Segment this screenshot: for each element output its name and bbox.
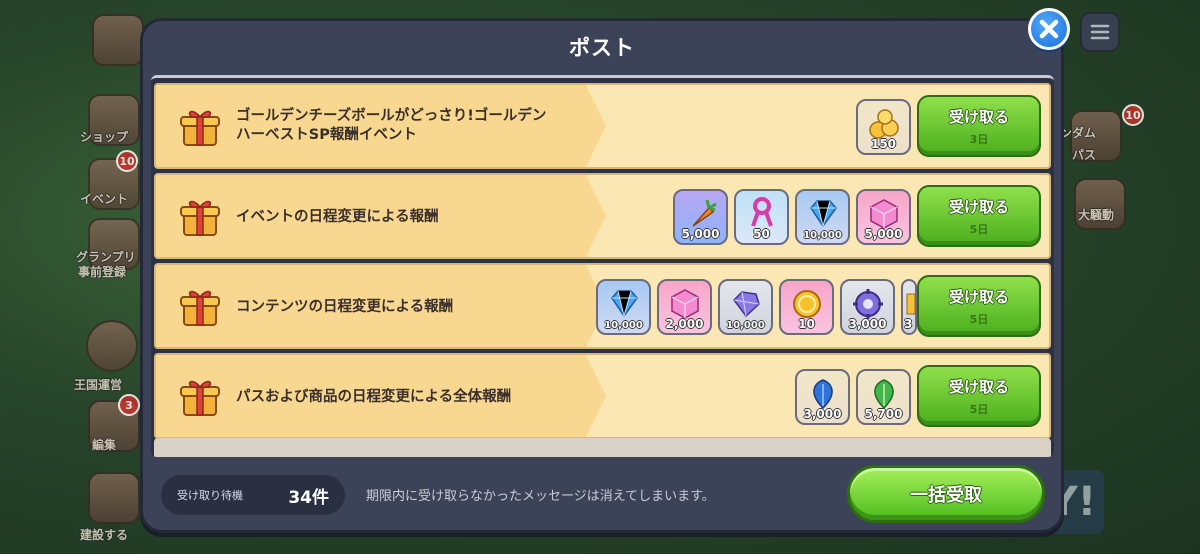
reward-quantity: 10,000 xyxy=(726,320,765,331)
dialog-title: ポスト xyxy=(569,36,635,60)
reward-item: 10,000 xyxy=(795,189,850,245)
message-title-line: ゴールデンチーズボールがどっさり!ゴールデン xyxy=(236,108,547,124)
claim-button[interactable]: 受け取る 3日 xyxy=(917,95,1041,157)
claim-button-label: 受け取る xyxy=(948,287,1009,306)
pending-counter: 受け取り待機 34件 xyxy=(161,475,345,515)
message-title: ゴールデンチーズボールがどっさり!ゴールデン ハーベストSP報酬イベント xyxy=(236,107,546,145)
reward-item: 10 xyxy=(779,279,834,335)
background-chaos-label: 大騒動 xyxy=(1078,208,1115,222)
reward-quantity: 3 xyxy=(904,317,913,331)
menu-button[interactable] xyxy=(1080,12,1120,52)
reward-quantity: 10,000 xyxy=(604,320,643,331)
reward-item: 2,000 xyxy=(657,279,712,335)
reward-items: 150 xyxy=(856,99,911,155)
expiry-notice: 期限内に受け取らなかったメッセージは消えてしまいます。 xyxy=(366,489,715,504)
reward-quantity: 2,000 xyxy=(665,317,704,331)
background-edit-label: 編集 xyxy=(92,438,117,452)
background-edit-badge: 3 xyxy=(118,394,140,416)
message-list[interactable]: ゴールデンチーズボールがどっさり!ゴールデン ハーベストSP報酬イベント 150… xyxy=(151,75,1054,457)
reward-quantity: 3,000 xyxy=(803,407,842,421)
claim-button[interactable]: 受け取る 5日 xyxy=(917,365,1041,427)
message-title-line: イベントの日程変更による報酬 xyxy=(236,209,439,225)
message-title: コンテンツの日程変更による報酬 xyxy=(236,298,453,317)
reward-quantity: 10 xyxy=(798,317,815,331)
expiry-days: 5日 xyxy=(969,402,989,416)
reward-item: 3,000 xyxy=(840,279,895,335)
background-preregister-label: 事前登録 xyxy=(78,265,127,279)
claim-all-button[interactable]: 一括受取 xyxy=(847,465,1045,523)
reward-quantity: 3,000 xyxy=(848,317,887,331)
gift-box-icon xyxy=(180,380,220,416)
message-title-line: ハーベストSP報酬イベント xyxy=(236,127,417,143)
reward-item: 5,000 xyxy=(856,189,911,245)
reward-quantity: 150 xyxy=(870,137,897,151)
background-build-button xyxy=(88,472,140,524)
background-shop-label: ショップ xyxy=(80,130,129,144)
reward-item: 5,700 xyxy=(856,369,911,425)
message-row: コンテンツの日程変更による報酬 10,000 2,000 10,000 10 3… xyxy=(154,263,1051,349)
message-title-line: パスおよび商品の日程変更による全体報酬 xyxy=(236,389,512,405)
reward-item: 10,000 xyxy=(718,279,773,335)
gift-box-icon xyxy=(180,200,220,236)
claim-button-label: 受け取る xyxy=(948,107,1009,126)
message-title: イベントの日程変更による報酬 xyxy=(236,208,439,227)
dialog-footer: 受け取り待機 34件 期限内に受け取らなかったメッセージは消えてしまいます。 一… xyxy=(143,457,1061,530)
message-title-line: コンテンツの日程変更による報酬 xyxy=(236,299,454,315)
claim-button[interactable]: 受け取る 5日 xyxy=(917,185,1041,247)
reward-item: 150 xyxy=(856,99,911,155)
reward-quantity: 50 xyxy=(753,227,770,241)
reward-item: 50 xyxy=(734,189,789,245)
menu-icon xyxy=(1090,24,1110,40)
background-hud-button xyxy=(92,14,144,66)
reward-items: 10,000 2,000 10,000 10 3,000 3 xyxy=(596,279,917,335)
background-kingdom-label: 王国運営 xyxy=(74,378,123,392)
message-row: ゴールデンチーズボールがどっさり!ゴールデン ハーベストSP報酬イベント 150… xyxy=(154,83,1051,169)
message-row: イベントの日程変更による報酬 5,000 50 10,000 5,000 受け取… xyxy=(154,173,1051,259)
expiry-days: 3日 xyxy=(969,132,989,146)
reward-quantity: 10,000 xyxy=(803,230,842,241)
background-event-label: イベント xyxy=(80,192,129,206)
crystal-icon xyxy=(810,200,837,228)
reward-item: 3,000 xyxy=(795,369,850,425)
reward-quantity: 5,700 xyxy=(864,407,903,421)
close-button[interactable] xyxy=(1028,8,1070,50)
background-build-label: 建設する xyxy=(80,528,129,542)
pending-count: 34件 xyxy=(288,487,329,508)
reward-items: 5,000 50 10,000 5,000 xyxy=(673,189,911,245)
gift-box-icon xyxy=(180,110,220,146)
background-pass-label-2: パス xyxy=(1072,148,1097,162)
background-pass-badge: 10 xyxy=(1122,104,1144,126)
message-row-partial xyxy=(154,438,1051,457)
message-row: パスおよび商品の日程変更による全体報酬 3,000 5,700 受け取る 5日 xyxy=(154,353,1051,439)
message-title: パスおよび商品の日程変更による全体報酬 xyxy=(236,388,511,407)
expiry-days: 5日 xyxy=(969,222,989,236)
background-event-badge: 10 xyxy=(116,150,138,172)
background-pass-label-1: ンダム xyxy=(1060,126,1097,140)
pending-label: 受け取り待機 xyxy=(177,489,243,502)
mailbox-dialog: ポスト ゴールデンチーズボールがどっさり!ゴールデン ハーベストSP報酬イベント xyxy=(140,18,1064,533)
claim-button[interactable]: 受け取る 5日 xyxy=(917,275,1041,337)
claim-button-label: 受け取る xyxy=(948,197,1009,216)
reward-quantity: 5,000 xyxy=(681,227,720,241)
claim-button-label: 受け取る xyxy=(948,377,1009,396)
gift-box-icon xyxy=(180,290,220,326)
reward-quantity: 5,000 xyxy=(864,227,903,241)
background-left-hud: ショップ 10 イベント グランプリ 事前登録 王国運営 3 編集 建設する xyxy=(0,0,150,554)
crystal-icon xyxy=(611,290,638,318)
background-kingdom-button xyxy=(86,320,138,372)
reward-items: 3,000 5,700 xyxy=(795,369,911,425)
purple-crystal-icon xyxy=(733,291,760,318)
reward-item: 3 xyxy=(901,279,917,335)
reward-item: 5,000 xyxy=(673,189,728,245)
reward-item: 10,000 xyxy=(596,279,651,335)
close-icon xyxy=(1039,19,1059,39)
claim-all-label: 一括受取 xyxy=(910,485,982,506)
expiry-days: 5日 xyxy=(969,312,989,326)
